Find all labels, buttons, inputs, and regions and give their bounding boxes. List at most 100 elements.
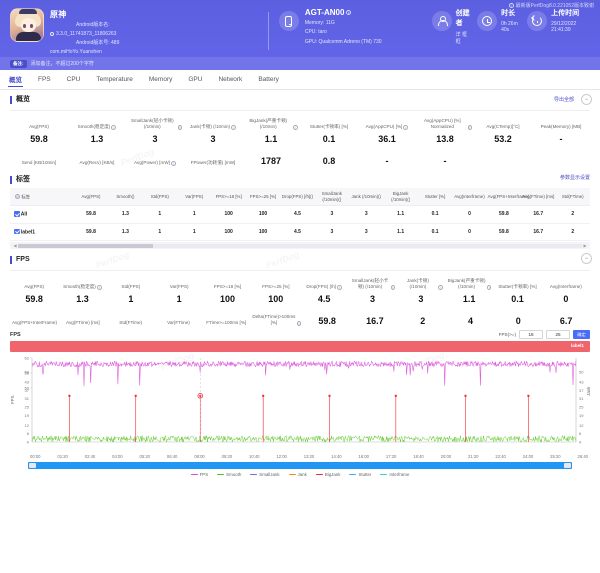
info-icon[interactable]: i xyxy=(171,161,176,166)
table-cell-name[interactable]: All xyxy=(10,206,74,224)
fps-section: FPS − Avg(FPS)Smooth(稳定度)iStd(FPS)Var(FP… xyxy=(0,249,600,328)
metric-label: Var(FTime) xyxy=(155,312,203,326)
table-row[interactable]: label159.81.3111001004.5331.10.1059.816.… xyxy=(10,223,590,241)
stat-upload-value: 29/12/2022 21:41:39 xyxy=(551,21,590,33)
tab-memory[interactable]: Memory xyxy=(148,74,173,85)
export-all-link[interactable]: 导出全部 xyxy=(554,96,574,103)
table-header-cell: Stutter [%] xyxy=(418,188,452,206)
table-row[interactable]: All59.81.3111001004.5331.10.1059.816.72 xyxy=(10,206,590,224)
legend-item[interactable]: Interframe xyxy=(380,472,409,477)
user-icon xyxy=(437,16,446,26)
metric-value: - xyxy=(358,152,416,166)
metric-label: Std(FTime) xyxy=(107,312,155,326)
overview-title: 概览 xyxy=(10,96,590,104)
tab-cpu[interactable]: CPU xyxy=(66,74,82,85)
fps-threshold-input-2[interactable]: 25 xyxy=(546,330,570,339)
legend-item[interactable]: Smooth xyxy=(217,472,241,477)
legend-item[interactable]: Stutter xyxy=(349,472,371,477)
metric-value: 13.8 xyxy=(416,130,474,144)
tab-overview[interactable]: 概览 xyxy=(8,72,23,87)
chart-x-axis-labels: 00:0001:2002:4004:0005:2006:4008:0009:20… xyxy=(10,454,590,459)
x-tick-label: 09:20 xyxy=(222,454,232,459)
header-note[interactable]: i 最新版PerfDog8.0.221052版本致谢 xyxy=(509,2,594,9)
metric-label: Avg(Power) [mW]i xyxy=(126,152,184,166)
fps-collapse-button[interactable]: − xyxy=(581,253,592,264)
x-tick-label: 16:00 xyxy=(359,454,369,459)
fps-threshold-input-1[interactable]: 18 xyxy=(519,330,543,339)
metric-value: 3 xyxy=(184,130,242,144)
table-header-cell: Avg(FTime) [ms] xyxy=(521,188,555,206)
metric-label: Avg(Interframe) xyxy=(542,277,590,290)
metric-label: Avg(FPS+InterFrame) xyxy=(10,312,59,326)
device-info-icon[interactable]: i xyxy=(346,10,351,15)
metric-value: 1 xyxy=(155,290,203,304)
metric-label: Avg(AppCPU) [%] Normalizedi xyxy=(416,117,474,130)
chart-legend: FPS Smooth SmallJank Jank BigJank Stutter Inte… xyxy=(10,472,590,477)
settings-icon[interactable]: ⚙ xyxy=(15,194,20,199)
param-display-settings-link[interactable]: 参数显示设置 xyxy=(560,174,590,181)
row-checkbox[interactable] xyxy=(14,211,20,217)
metric-value: 1.1 xyxy=(445,290,493,304)
fps-threshold-confirm-button[interactable]: 确定 xyxy=(573,330,590,339)
metric-value: 53.2 xyxy=(474,130,532,144)
tab-battery[interactable]: Battery xyxy=(257,74,280,85)
table-cell: 100 xyxy=(211,206,245,224)
overview-collapse-button[interactable]: − xyxy=(581,94,592,105)
metric-label: Var(FPS) xyxy=(155,277,203,290)
legend-label: Jank xyxy=(298,472,307,477)
table-cell: 1.1 xyxy=(383,223,417,241)
tab-fps[interactable]: FPS xyxy=(37,74,52,85)
metric-value: 1.3 xyxy=(68,130,126,144)
table-cell: 100 xyxy=(246,206,280,224)
chart-y-left-title: FPS xyxy=(10,395,15,404)
table-cell: 100 xyxy=(246,223,280,241)
chart-tag-bar[interactable]: label1 xyxy=(10,341,590,352)
table-cell: 4.5 xyxy=(280,223,314,241)
svg-text:37: 37 xyxy=(579,388,584,393)
device-name: AGT-AN00 xyxy=(305,8,345,17)
table-cell: 1.3 xyxy=(108,206,142,224)
scroll-track[interactable] xyxy=(18,244,582,248)
metric-label: FPS>=18 [%] xyxy=(203,277,251,290)
device-icon-wrap xyxy=(279,11,299,31)
info-icon[interactable]: i xyxy=(297,321,302,326)
chart-range-scrollbar[interactable] xyxy=(28,462,572,469)
table-cell-name[interactable]: label1 xyxy=(10,223,74,241)
chart-plot-area[interactable]: FPS Jank 6256500066121219192525313137374… xyxy=(10,354,590,454)
remark-bar[interactable]: 备注: 添加备注，不超过200个字符 xyxy=(0,57,600,70)
metric-value: 0 xyxy=(542,290,590,304)
row-label: All xyxy=(21,212,27,218)
table-header-cell: Avg(Interframe) xyxy=(452,188,486,206)
table-header-cell: ⚙ 标签 xyxy=(10,188,74,206)
table-cell: 59.8 xyxy=(74,223,108,241)
history-icon xyxy=(532,16,542,26)
chart-range-handle-left[interactable] xyxy=(29,463,36,468)
table-cell: 3 xyxy=(349,206,383,224)
legend-item[interactable]: FPS xyxy=(191,472,209,477)
chart-tag-label: label1 xyxy=(571,343,584,348)
app-name: 原神 xyxy=(50,9,119,20)
metric-label: SmallJank(轻小卡顿) (/10min)i xyxy=(126,117,184,130)
svg-text:12: 12 xyxy=(579,423,584,428)
header-stats: 创建者 洋 框 框 时长 0h 26m 40s 上传时间 29/12/2022 … xyxy=(432,8,590,45)
tab-network[interactable]: Network xyxy=(217,74,243,85)
tab-gpu[interactable]: GPU xyxy=(187,74,203,85)
legend-item[interactable]: BigJank xyxy=(316,472,341,477)
tags-table-hscrollbar[interactable]: ◀ ▶ xyxy=(10,242,590,249)
scroll-right-icon[interactable]: ▶ xyxy=(582,243,588,248)
legend-item[interactable]: Jank xyxy=(289,472,307,477)
row-checkbox[interactable] xyxy=(14,229,20,235)
legend-item[interactable]: SmallJank xyxy=(250,472,279,477)
x-tick-label: 22:40 xyxy=(495,454,505,459)
metric-value: 100 xyxy=(252,290,300,304)
table-cell: 2 xyxy=(555,206,590,224)
tags-table-body: All59.81.3111001004.5331.10.1059.816.72 … xyxy=(10,206,590,241)
chart-range-handle-right[interactable] xyxy=(564,463,571,468)
x-tick-label: 08:00 xyxy=(194,454,204,459)
scroll-thumb[interactable] xyxy=(18,244,153,248)
svg-text:62: 62 xyxy=(25,356,30,361)
tab-temperature[interactable]: Temperature xyxy=(95,74,134,85)
table-cell: 59.8 xyxy=(487,206,521,224)
device-info-block: AGT-AN00 i Memory: 11G CPU: taro GPU: Qu… xyxy=(279,8,424,46)
metric-label: Avg(AppCPU) [%]i xyxy=(358,117,416,130)
